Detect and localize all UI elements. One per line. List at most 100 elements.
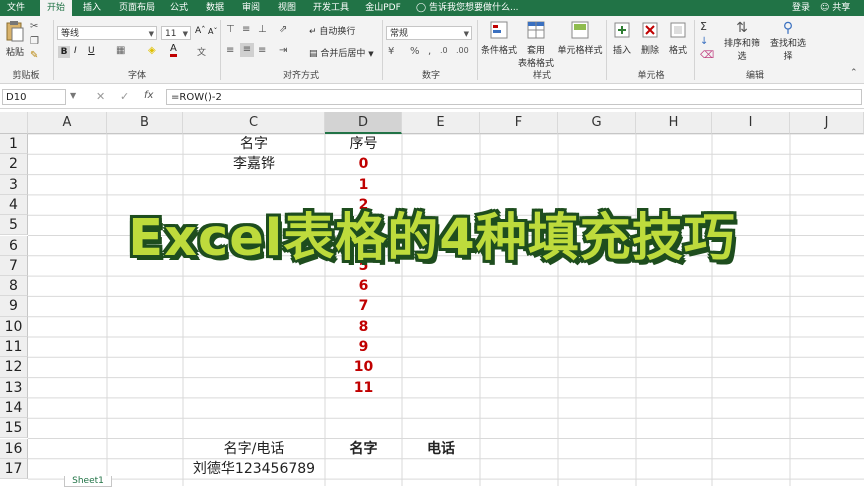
cancel-icon[interactable]: ✕ [96, 90, 105, 103]
wrap-text-button[interactable]: ↵ 自动换行 [309, 24, 355, 37]
cell-d16[interactable]: 名字 [325, 439, 402, 459]
row-header-14[interactable]: 14 [0, 397, 28, 419]
column-header-g[interactable]: G [558, 112, 636, 134]
font-color-icon[interactable]: A [170, 44, 177, 57]
align-center-icon[interactable]: ≡ [240, 43, 254, 57]
row-header-9[interactable]: 9 [0, 296, 28, 317]
tab-developer[interactable]: 开发工具 [308, 0, 354, 16]
cell-d3[interactable]: 1 [325, 175, 402, 195]
column-header-e[interactable]: E [402, 112, 480, 134]
insert-function-icon[interactable]: fx [144, 90, 153, 101]
sort-filter-button[interactable]: ⇅ 排序和筛选 [720, 20, 764, 62]
row-header-16[interactable]: 16 [0, 438, 28, 459]
cell-c17[interactable]: 刘德华123456789 [183, 459, 325, 479]
insert-cells-button[interactable]: 插入 [610, 20, 634, 56]
column-header-d[interactable]: D [325, 112, 402, 134]
cell-d12[interactable]: 10 [325, 357, 402, 377]
cell-d11[interactable]: 9 [325, 337, 402, 357]
delete-cells-button[interactable]: 删除 [638, 20, 662, 56]
underline-icon[interactable]: U [88, 46, 95, 56]
formula-input[interactable]: =ROW()-2 [166, 89, 862, 105]
row-header-3[interactable]: 3 [0, 174, 28, 195]
currency-icon[interactable]: ¥ [388, 46, 394, 57]
collapse-ribbon-icon[interactable]: ⌃ [850, 68, 858, 78]
select-all-corner[interactable] [0, 112, 28, 134]
align-middle-icon[interactable]: ≡ [242, 24, 250, 35]
column-header-a[interactable]: A [28, 112, 107, 134]
clear-icon[interactable]: ⌫ [700, 50, 714, 61]
cut-icon[interactable]: ✂ [30, 21, 38, 32]
tab-home[interactable]: 开始 [40, 0, 72, 16]
column-header-i[interactable]: I [712, 112, 790, 134]
decrease-font-icon[interactable]: Aˇ [208, 27, 217, 36]
align-top-icon[interactable]: ⊤ [226, 24, 235, 35]
tab-file[interactable]: 文件 [0, 0, 32, 16]
format-as-table-button[interactable]: 套用 表格格式 [518, 20, 554, 69]
column-header-f[interactable]: F [480, 112, 558, 134]
sheet-tab[interactable]: Sheet1 [64, 476, 112, 487]
fill-icon[interactable]: ↓ [700, 36, 708, 47]
cell-styles-button[interactable]: 单元格样式 [556, 20, 604, 56]
cell-d10[interactable]: 8 [325, 317, 402, 337]
row-header-11[interactable]: 11 [0, 337, 28, 358]
row-header-12[interactable]: 12 [0, 357, 28, 378]
orientation-icon[interactable]: ⇗ [279, 24, 287, 35]
tell-me-box[interactable]: ◯ 告诉我您想要做什么... [416, 0, 519, 16]
phonetic-icon[interactable]: 文 [197, 45, 206, 58]
font-size-dropdown[interactable]: 11 ▼ [161, 26, 191, 40]
row-header-1[interactable]: 1 [0, 134, 28, 155]
cell-c2[interactable]: 李嘉铧 [183, 154, 325, 174]
cell-c16[interactable]: 名字/电话 [183, 439, 325, 459]
copy-icon[interactable]: ❐ [30, 36, 39, 47]
tab-data[interactable]: 数据 [200, 0, 230, 16]
number-format-dropdown[interactable]: 常规 ▼ [386, 26, 472, 40]
row-header-17[interactable]: 17 [0, 458, 28, 480]
format-cells-button[interactable]: 格式 [666, 20, 690, 56]
font-name-dropdown[interactable]: 等线 ▼ [57, 26, 157, 40]
indent-icon[interactable]: ⇥ [279, 45, 287, 56]
decrease-decimal-icon[interactable]: .00 [456, 46, 469, 55]
tab-kingsoft-pdf[interactable]: 金山PDF [360, 0, 406, 16]
format-painter-icon[interactable]: ✎ [30, 50, 38, 61]
row-header-15[interactable]: 15 [0, 418, 28, 439]
cell-d9[interactable]: 7 [325, 296, 402, 316]
share-button[interactable]: ☺ 共享 [820, 0, 850, 16]
tab-insert[interactable]: 插入 [76, 0, 108, 16]
cell-d13[interactable]: 11 [325, 378, 402, 398]
borders-icon[interactable]: ▦ [116, 45, 125, 56]
row-header-10[interactable]: 10 [0, 316, 28, 337]
fill-color-icon[interactable]: ◈ [148, 45, 156, 56]
tab-view[interactable]: 视图 [272, 0, 302, 16]
merge-center-button[interactable]: ▤ 合并后居中 ▼ [309, 46, 374, 59]
conditional-format-button[interactable]: 条件格式 [480, 20, 518, 56]
name-box[interactable]: D10 [2, 89, 66, 105]
row-header-13[interactable]: 13 [0, 377, 28, 398]
row-header-2[interactable]: 2 [0, 154, 28, 175]
row-header-8[interactable]: 8 [0, 276, 28, 297]
tab-review[interactable]: 审阅 [236, 0, 266, 16]
column-header-c[interactable]: C [183, 112, 325, 134]
check-icon[interactable]: ✓ [120, 90, 129, 103]
comma-icon[interactable]: , [428, 46, 431, 57]
tab-page-layout[interactable]: 页面布局 [114, 0, 160, 16]
bold-icon[interactable]: B [58, 46, 70, 58]
chevron-down-icon[interactable]: ▼ [70, 91, 76, 100]
cell-c1[interactable]: 名字 [183, 134, 325, 154]
cell-d2[interactable]: 0 [325, 154, 402, 174]
find-select-button[interactable]: ⚲ 查找和选择 [766, 20, 810, 62]
percent-icon[interactable]: % [410, 46, 420, 57]
increase-font-icon[interactable]: Aˆ [195, 26, 206, 36]
align-bottom-icon[interactable]: ⊥ [258, 24, 267, 35]
increase-decimal-icon[interactable]: .0 [440, 46, 448, 55]
autosum-icon[interactable]: Σ [700, 20, 707, 33]
column-header-j[interactable]: J [790, 112, 864, 134]
column-header-b[interactable]: B [107, 112, 183, 134]
cell-d8[interactable]: 6 [325, 276, 402, 296]
column-header-h[interactable]: H [636, 112, 712, 134]
cell-e16[interactable]: 电话 [402, 439, 480, 459]
tab-formulas[interactable]: 公式 [164, 0, 194, 16]
align-right-icon[interactable]: ≡ [258, 45, 266, 56]
paste-button[interactable]: 粘贴 [4, 20, 26, 58]
login-link[interactable]: 登录 [792, 0, 810, 16]
italic-icon[interactable]: I [74, 46, 77, 56]
